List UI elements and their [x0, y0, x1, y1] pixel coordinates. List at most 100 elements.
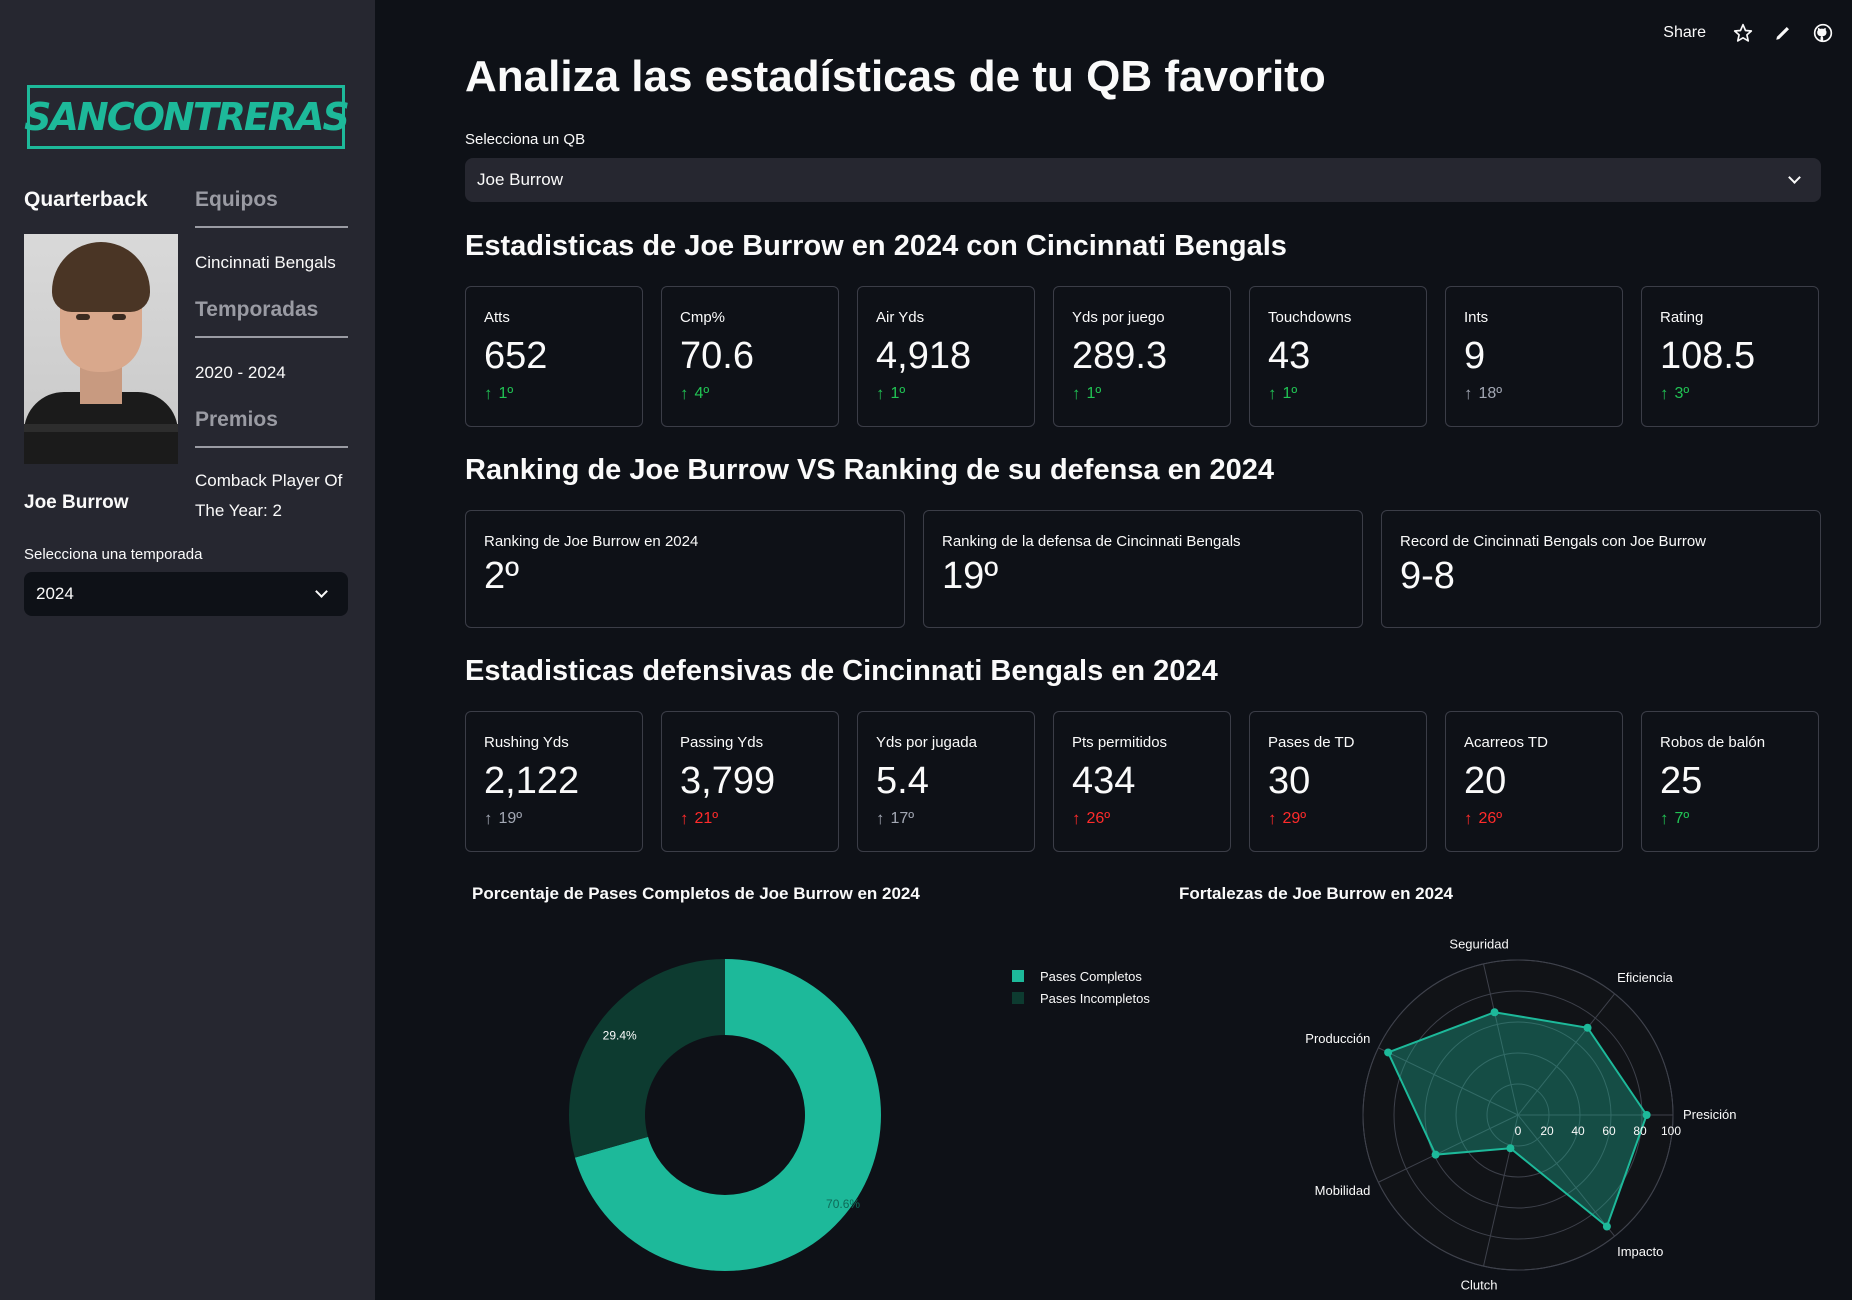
divider	[195, 336, 348, 338]
metric-card: Cmp% 70.6 ↑ 4º	[661, 286, 839, 427]
metric-delta-text: 3º	[1674, 385, 1690, 402]
metric-label: Yds por juego	[1072, 309, 1165, 326]
player-photo	[24, 234, 178, 464]
metric-delta-text: 21º	[694, 810, 719, 827]
arrow-up-icon: ↑	[1464, 384, 1473, 403]
metric-delta: ↑ 1º	[484, 384, 624, 404]
radar-chart-title: Fortalezas de Joe Burrow en 2024	[1179, 884, 1453, 903]
metric-value: 19º	[942, 555, 999, 597]
metric-value: 108.5	[1660, 335, 1756, 377]
arrow-up-icon: ↑	[1072, 809, 1081, 828]
metric-card: Air Yds 4,918 ↑ 1º	[857, 286, 1035, 427]
qb-select-label: Selecciona un QB	[465, 131, 586, 148]
metric-value: 30	[1268, 760, 1311, 802]
metric-delta-text: 1º	[1086, 385, 1102, 402]
metric-value: 9	[1464, 335, 1486, 377]
metric-delta: ↑ 18º	[1464, 384, 1604, 404]
legend-label: Pases Completos	[1040, 969, 1142, 984]
share-button[interactable]: Share	[1663, 24, 1706, 42]
metric-card: Pts permitidos 434 ↑ 26º	[1053, 711, 1231, 852]
metric-delta: ↑ 17º	[876, 809, 1016, 829]
metric-label: Atts	[484, 309, 510, 326]
radar-point	[1602, 1222, 1611, 1231]
arrow-up-icon: ↑	[876, 384, 885, 403]
radar-category-label: Clutch	[1461, 1278, 1498, 1293]
radar-tick-label: 60	[1602, 1124, 1616, 1138]
metric-card: Rushing Yds 2,122 ↑ 19º	[465, 711, 643, 852]
arrow-up-icon: ↑	[1268, 384, 1277, 403]
metric-delta: ↑ 21º	[680, 809, 820, 829]
arrow-up-icon: ↑	[680, 384, 689, 403]
slice-label: 29.4%	[603, 1028, 637, 1042]
github-icon[interactable]	[1812, 22, 1834, 44]
player-name: Joe Burrow	[24, 492, 129, 513]
page-title: Analiza las estadísticas de tu QB favori…	[465, 52, 1326, 101]
metric-delta-text: 26º	[1478, 810, 1503, 827]
metric-delta-text: 19º	[498, 810, 523, 827]
arrow-up-icon: ↑	[1268, 809, 1277, 828]
radar-point	[1431, 1150, 1440, 1159]
qb-stats-row: Atts 652 ↑ 1º Cmp% 70.6 ↑ 4º Air Yds 4,918 ↑ 1º Yds …	[465, 286, 1822, 427]
metric-delta-text: 1º	[890, 385, 906, 402]
metric-delta-text: 4º	[694, 385, 710, 402]
arrow-up-icon: ↑	[876, 809, 885, 828]
arrow-up-icon: ↑	[1660, 384, 1669, 403]
metric-delta: ↑ 26º	[1464, 809, 1604, 829]
metric-value: 20	[1464, 760, 1507, 802]
metric-value: 4,918	[876, 335, 972, 377]
metric-value: 2,122	[484, 760, 580, 802]
metric-value: 652	[484, 335, 548, 377]
logo: SANCONTRERAS	[24, 85, 350, 149]
radar-point	[1384, 1048, 1393, 1057]
arrow-up-icon: ↑	[680, 809, 689, 828]
metric-label: Ints	[1464, 309, 1489, 326]
rankings-row: Ranking de Joe Burrow en 2024 2º Ranking d…	[465, 510, 1822, 628]
award-line-1: Comback Player Of	[195, 471, 343, 490]
sidebar: SANCONTRERAS Quarterback Joe Burrow Equi…	[0, 0, 375, 1300]
metric-delta-text: 1º	[1282, 385, 1298, 402]
metric-label: Acarreos TD	[1464, 734, 1548, 751]
radar-chart: Presición Eficiencia Seguridad Producción Mo…	[1305, 936, 1736, 1293]
metric-delta-text: 26º	[1086, 810, 1111, 827]
metric-label: Passing Yds	[680, 734, 764, 751]
metric-value: 70.6	[680, 335, 754, 377]
arrow-up-icon: ↑	[1660, 809, 1669, 828]
metric-label: Cmp%	[680, 309, 726, 326]
legend-swatch	[1012, 992, 1024, 1004]
quarterback-heading: Quarterback	[24, 188, 148, 211]
arrow-up-icon: ↑	[484, 809, 493, 828]
section-defense-stats: Estadisticas defensivas de Cincinnati Be…	[465, 655, 1218, 687]
metric-delta-text: 17º	[890, 810, 915, 827]
seasons-range: 2020 - 2024	[195, 363, 286, 382]
star-icon[interactable]	[1732, 22, 1754, 44]
metric-delta-text: 29º	[1282, 810, 1307, 827]
radar-tick-label: 0	[1515, 1124, 1522, 1138]
radar-point	[1506, 1144, 1515, 1153]
section-rankings: Ranking de Joe Burrow VS Ranking de su d…	[465, 454, 1275, 486]
radar-tick-label: 100	[1661, 1124, 1681, 1138]
metric-value: 434	[1072, 760, 1136, 802]
teams-heading: Equipos	[195, 188, 278, 211]
radar-category-label: Presición	[1683, 1107, 1736, 1122]
metric-value: 289.3	[1072, 335, 1168, 377]
radar-category-label: Eficiencia	[1617, 970, 1673, 985]
radar-category-label: Producción	[1305, 1031, 1370, 1046]
metric-label: Ranking de la defensa de Cincinnati Beng…	[942, 533, 1241, 550]
radar-tick-label: 20	[1540, 1124, 1554, 1138]
metric-value: 3,799	[680, 760, 776, 802]
metric-delta: ↑ 26º	[1072, 809, 1212, 829]
metric-card: Passing Yds 3,799 ↑ 21º	[661, 711, 839, 852]
metric-card: Acarreos TD 20 ↑ 26º	[1445, 711, 1623, 852]
metric-delta-text: 18º	[1478, 385, 1503, 402]
arrow-up-icon: ↑	[1072, 384, 1081, 403]
slice-label: 70.6%	[826, 1197, 860, 1211]
season-select[interactable]: 2024	[24, 572, 348, 616]
metric-card: Ranking de Joe Burrow en 2024 2º	[465, 510, 905, 628]
donut-slice	[569, 959, 725, 1158]
metric-card: Yds por juego 289.3 ↑ 1º	[1053, 286, 1231, 427]
metric-label: Rating	[1660, 309, 1704, 326]
season-select-value: 2024	[36, 584, 74, 603]
chevron-down-icon	[1788, 171, 1801, 184]
qb-select[interactable]: Joe Burrow	[465, 158, 1821, 202]
edit-icon[interactable]	[1772, 22, 1794, 44]
